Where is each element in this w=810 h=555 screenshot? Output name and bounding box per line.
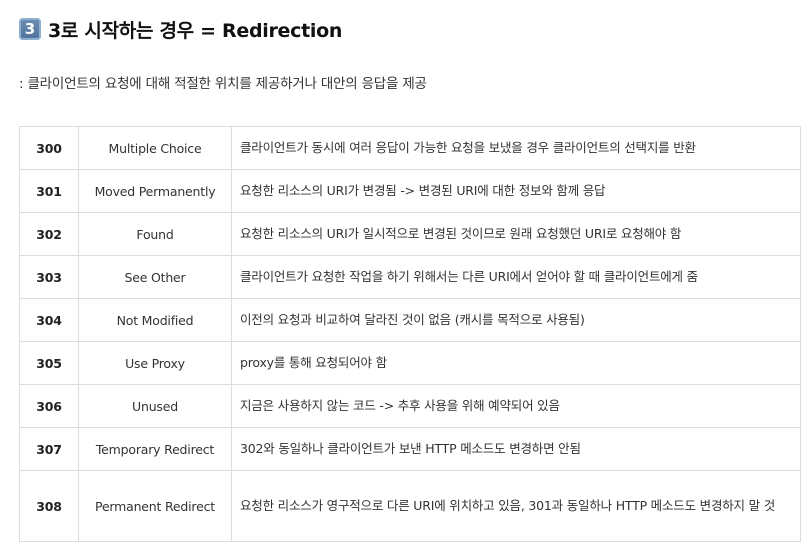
status-description-cell: 클라이언트가 동시에 여러 응답이 가능한 요청을 보냈을 경우 클라이언트의 … — [231, 126, 801, 170]
redirection-status-table: 300 Multiple Choice 클라이언트가 동시에 여러 응답이 가능… — [19, 126, 801, 542]
table-row: 301 Moved Permanently 요청한 리소스의 URI가 변경됨 … — [19, 169, 801, 213]
section-heading: 3 3로 시작하는 경우 = Redirection — [19, 14, 342, 44]
table-row: 304 Not Modified 이전의 요청과 비교하여 달라진 것이 없음 … — [19, 298, 801, 342]
status-code-cell: 300 — [19, 126, 79, 170]
table-row: 308 Permanent Redirect 요청한 리소스가 영구적으로 다른… — [19, 470, 801, 542]
status-name-cell: Not Modified — [78, 298, 232, 342]
status-code-cell: 303 — [19, 255, 79, 299]
status-code-cell: 308 — [19, 470, 79, 542]
table-row: 300 Multiple Choice 클라이언트가 동시에 여러 응답이 가능… — [19, 126, 801, 170]
status-description-cell: 요청한 리소스의 URI가 변경됨 -> 변경된 URI에 대한 정보와 함께 … — [231, 169, 801, 213]
table-row: 305 Use Proxy proxy를 통해 요청되어야 함 — [19, 341, 801, 385]
table-row: 303 See Other 클라이언트가 요청한 작업을 하기 위해서는 다른 … — [19, 255, 801, 299]
section-title: 3로 시작하는 경우 = Redirection — [48, 19, 343, 42]
status-name-cell: Found — [78, 212, 232, 256]
status-description-cell: 이전의 요청과 비교하여 달라진 것이 없음 (캐시를 목적으로 사용됨) — [231, 298, 801, 342]
status-code-cell: 302 — [19, 212, 79, 256]
status-name-cell: Use Proxy — [78, 341, 232, 385]
status-code-cell: 306 — [19, 384, 79, 428]
section-description: : 클라이언트의 요청에 대해 적절한 위치를 제공하거나 대안의 응답을 제공 — [19, 76, 427, 92]
status-name-cell: Temporary Redirect — [78, 427, 232, 471]
status-code-cell: 305 — [19, 341, 79, 385]
status-description-cell: 요청한 리소스가 영구적으로 다른 URI에 위치하고 있음, 301과 동일하… — [231, 470, 801, 542]
status-name-cell: Unused — [78, 384, 232, 428]
status-name-cell: Moved Permanently — [78, 169, 232, 213]
status-description-cell: proxy를 통해 요청되어야 함 — [231, 341, 801, 385]
table-row: 306 Unused 지금은 사용하지 않는 코드 -> 추후 사용을 위해 예… — [19, 384, 801, 428]
status-code-cell: 304 — [19, 298, 79, 342]
status-description-cell: 요청한 리소스의 URI가 일시적으로 변경된 것이므로 원래 요청했던 URI… — [231, 212, 801, 256]
table-row: 302 Found 요청한 리소스의 URI가 일시적으로 변경된 것이므로 원… — [19, 212, 801, 256]
status-description-cell: 지금은 사용하지 않는 코드 -> 추후 사용을 위해 예약되어 있음 — [231, 384, 801, 428]
status-code-cell: 301 — [19, 169, 79, 213]
status-description-cell: 302와 동일하나 클라이언트가 보낸 HTTP 메소드도 변경하면 안됨 — [231, 427, 801, 471]
keycap-digit-three-icon: 3 — [19, 18, 41, 40]
status-name-cell: See Other — [78, 255, 232, 299]
status-description-cell: 클라이언트가 요청한 작업을 하기 위해서는 다른 URI에서 얻어야 할 때 … — [231, 255, 801, 299]
status-name-cell: Permanent Redirect — [78, 470, 232, 542]
status-name-cell: Multiple Choice — [78, 126, 232, 170]
table-row: 307 Temporary Redirect 302와 동일하나 클라이언트가 … — [19, 427, 801, 471]
status-code-cell: 307 — [19, 427, 79, 471]
